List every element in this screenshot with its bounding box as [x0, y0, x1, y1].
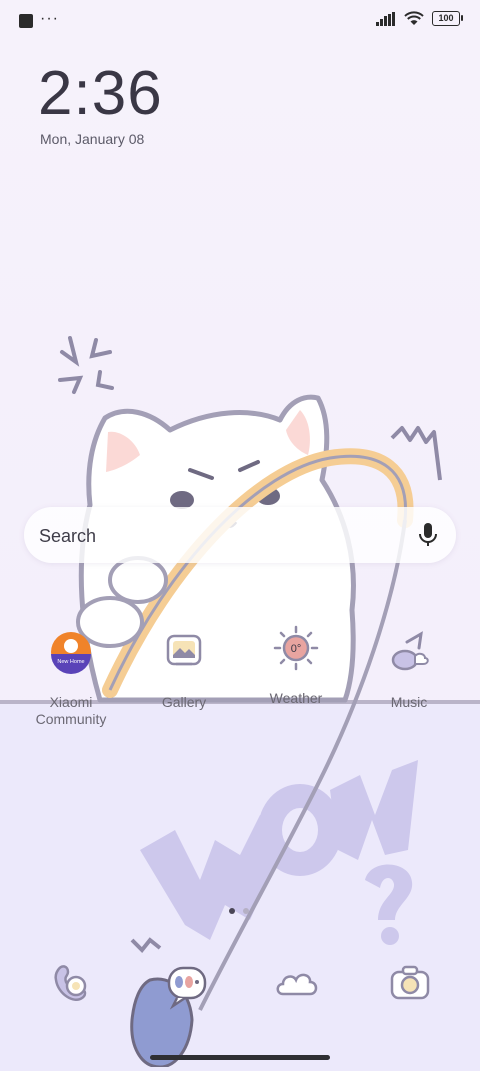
clock-time: 2:36: [38, 59, 163, 128]
notification-square-icon: [19, 14, 33, 28]
page-dot-2[interactable]: [243, 908, 249, 914]
camera-icon[interactable]: [386, 958, 434, 1006]
app-label: Music: [390, 694, 428, 710]
messages-icon[interactable]: [163, 962, 211, 1010]
wow-decoration: [140, 760, 418, 945]
phone-icon[interactable]: [48, 958, 96, 1006]
search-bar[interactable]: Search: [24, 507, 456, 563]
weather-temp: 0°: [291, 643, 302, 655]
xiaomi-badge: New Home: [57, 659, 84, 665]
music-note-icon: [391, 631, 429, 671]
status-right: 100: [376, 11, 463, 26]
app-label: Weather: [269, 690, 323, 706]
app-xiaomi-community[interactable]: New Home Xiaomi Community: [26, 628, 116, 728]
xiaomi-community-icon: New Home: [51, 632, 91, 674]
weather-sun-icon: 0°: [273, 625, 319, 671]
wifi-icon: [404, 11, 424, 25]
clock-date: Mon, January 08: [40, 131, 145, 147]
browser-cloud-icon[interactable]: [273, 960, 321, 1008]
status-bar: ··· 100: [0, 0, 480, 40]
gallery-icon: [166, 634, 202, 666]
microphone-icon[interactable]: [418, 522, 438, 548]
app-gallery[interactable]: Gallery: [139, 628, 229, 711]
battery-icon: 100: [432, 11, 463, 26]
app-label: Xiaomi Community: [35, 694, 107, 727]
search-placeholder: Search: [39, 526, 97, 546]
home-gesture-bar[interactable]: [150, 1055, 330, 1060]
more-dots-icon: ···: [40, 10, 59, 27]
app-weather[interactable]: 0° Weather: [251, 624, 341, 707]
page-indicator: [229, 908, 249, 914]
signal-icon: [376, 11, 395, 26]
app-label: Gallery: [161, 694, 207, 710]
page-dot-1[interactable]: [229, 908, 235, 914]
app-music[interactable]: Music: [364, 628, 454, 711]
